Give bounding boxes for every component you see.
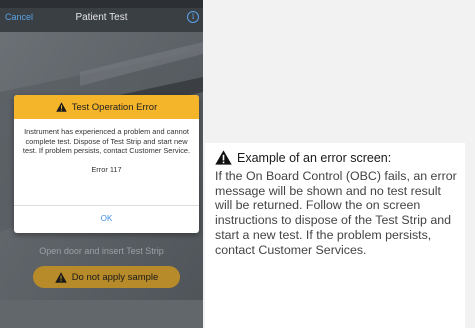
bottom-area (0, 300, 203, 328)
warning-icon (54, 271, 67, 283)
ok-button[interactable]: OK (14, 206, 199, 233)
info-icon[interactable]: i (187, 11, 199, 23)
error-dialog: Test Operation Error Instrument has expe… (14, 95, 199, 233)
warning-icon (55, 102, 67, 112)
callout-body: If the On Board Control (OBC) fails, an … (215, 169, 457, 257)
error-code: Error 117 (91, 164, 122, 174)
callout-heading: Example of an error screen: (215, 150, 391, 165)
status-bar (0, 0, 203, 8)
warning-icon (215, 150, 232, 165)
device-screen: Cancel Patient Test i Test Operation Err… (0, 0, 203, 328)
warning-label: Do not apply sample (71, 271, 159, 283)
explanation-box: Example of an error screen: If the On Bo… (205, 143, 465, 328)
dialog-message: Instrument has experienced a problem and… (22, 127, 191, 156)
instruction-text: Open door and insert Test Strip (39, 246, 164, 256)
page-title: Patient Test (75, 12, 128, 23)
callout-title: Example of an error screen: (237, 150, 392, 165)
dialog-header: Test Operation Error (14, 95, 199, 119)
do-not-apply-sample-banner: Do not apply sample (33, 266, 180, 288)
nav-bar: Cancel Patient Test i (0, 8, 203, 32)
dialog-title: Test Operation Error (71, 101, 158, 113)
